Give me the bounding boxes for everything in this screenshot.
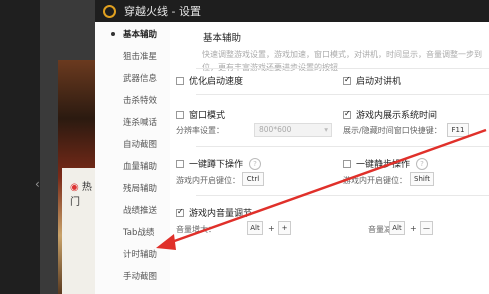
one-key-down-label: 一键蹲下操作 <box>189 160 244 170</box>
mute-key-label: 游戏内开启键位： <box>343 176 407 185</box>
nav-item-timer-assist[interactable]: 计时辅助 <box>95 248 170 260</box>
record-dot-icon: ◉ <box>70 182 79 193</box>
nav-item-label: 自动截图 <box>123 140 158 150</box>
active-bullet-icon <box>111 32 115 36</box>
fast-start-checkbox[interactable]: 优化启动速度 <box>176 74 243 87</box>
fast-start-label: 优化启动速度 <box>189 77 244 87</box>
checkbox-box[interactable] <box>176 207 184 217</box>
volume-label: 游戏内音量调节 <box>189 209 253 219</box>
nav-item-label: 连杀喊话 <box>123 118 158 128</box>
checkbox-box[interactable] <box>176 76 184 85</box>
divider <box>196 146 489 147</box>
nav-item-auto-screenshot[interactable]: 自动截图 <box>95 138 170 150</box>
resolution-label: 分辨率设置： <box>176 126 224 135</box>
nav-item-manual-screenshot[interactable]: 手动截图 <box>95 270 170 282</box>
chevron-down-icon: ▾ <box>324 125 328 134</box>
nav-item-label: Tab战绩 <box>123 228 155 238</box>
checkbox-box[interactable] <box>176 110 184 119</box>
background-window: ‹ ◉ 热门 <box>0 0 95 294</box>
one-key-mute-label: 一键静步操作 <box>356 160 411 170</box>
time-hotkey-label: 展示/隐藏时间窗口快捷键： <box>343 126 442 135</box>
volume-down-key2[interactable]: — <box>420 221 433 235</box>
nav-item-label: 计时辅助 <box>123 250 158 260</box>
time-hotkey-box[interactable]: F11 <box>447 123 469 137</box>
hot-label: ◉ 热门 <box>70 178 95 208</box>
divider <box>196 195 489 196</box>
checkbox-box[interactable] <box>343 75 351 85</box>
window-mode-label: 窗口模式 <box>189 111 226 121</box>
window-mode-checkbox[interactable]: 窗口模式 <box>176 108 225 121</box>
intercom-checkbox[interactable]: 启动对讲机 <box>343 74 401 87</box>
nav-item-label: 战绩推送 <box>123 206 158 216</box>
volume-up-key2[interactable]: + <box>278 221 291 235</box>
settings-nav: 基本辅助 狙击准星 武器信息 击杀特效 连杀喊话 自动截图 血量辅助 残局辅助 … <box>95 22 171 294</box>
down-key-label: 游戏内开启键位： <box>176 176 240 185</box>
show-time-checkbox[interactable]: 游戏内展示系统时间 <box>343 108 437 121</box>
nav-item-tab-stats[interactable]: Tab战绩 <box>95 226 170 238</box>
checkbox-box[interactable] <box>176 159 184 168</box>
plus-sign: + <box>410 224 417 233</box>
app-logo-icon <box>103 4 116 18</box>
nav-item-sniper-crosshair[interactable]: 狙击准星 <box>95 50 170 62</box>
resolution-select[interactable]: 800*600 ▾ <box>254 123 332 137</box>
nav-item-label: 狙击准星 <box>123 52 158 62</box>
nav-item-label: 基本辅助 <box>123 30 158 40</box>
nav-item-kill-effects[interactable]: 击杀特效 <box>95 94 170 106</box>
mute-key-box[interactable]: Shift <box>410 172 434 186</box>
volume-checkbox[interactable]: 游戏内音量调节 <box>176 206 252 219</box>
resolution-value: 800*600 <box>259 125 292 134</box>
nav-item-stats-push[interactable]: 战绩推送 <box>95 204 170 216</box>
help-icon[interactable]: ? <box>416 157 429 170</box>
nav-item-kill-shout[interactable]: 连杀喊话 <box>95 116 170 128</box>
nav-item-basic[interactable]: 基本辅助 <box>95 28 170 40</box>
section-description: 快速调整游戏设置，游戏加速，窗口模式，对讲机，时间显示，音量调整一步到位，更有丰… <box>202 50 482 72</box>
window-title: 穿越火线 - 设置 <box>124 5 201 18</box>
divider <box>196 94 489 95</box>
nav-item-label: 手动截图 <box>123 272 158 282</box>
section-title: 基本辅助 <box>203 33 242 44</box>
title-bar: 穿越火线 - 设置 <box>95 0 489 22</box>
nav-item-label: 血量辅助 <box>123 162 158 172</box>
checkbox-box[interactable] <box>343 159 351 168</box>
volume-up-label: 音量增大： <box>176 225 216 234</box>
help-icon[interactable]: ? <box>249 157 262 170</box>
one-key-down-checkbox[interactable]: 一键蹲下操作 ? <box>176 157 262 170</box>
volume-down-key[interactable]: Alt <box>389 221 405 235</box>
nav-item-label: 残局辅助 <box>123 184 158 194</box>
one-key-mute-checkbox[interactable]: 一键静步操作 ? <box>343 157 429 170</box>
volume-up-key[interactable]: Alt <box>247 221 263 235</box>
nav-item-weapon-info[interactable]: 武器信息 <box>95 72 170 84</box>
nav-item-health-assist[interactable]: 血量辅助 <box>95 160 170 172</box>
down-key-box[interactable]: Ctrl <box>242 172 264 186</box>
nav-item-endgame-assist[interactable]: 残局辅助 <box>95 182 170 194</box>
nav-item-label: 击杀特效 <box>123 96 158 106</box>
divider <box>196 68 489 69</box>
settings-content: 基本辅助 快速调整游戏设置，游戏加速，窗口模式，对讲机，时间显示，音量调整一步到… <box>170 22 489 294</box>
show-time-label: 游戏内展示系统时间 <box>356 111 438 121</box>
nav-item-label: 武器信息 <box>123 74 158 84</box>
plus-sign: + <box>268 224 275 233</box>
checkbox-box[interactable] <box>343 109 351 119</box>
chevron-left-icon: ‹ <box>35 177 40 191</box>
background-sidebar <box>0 0 40 294</box>
intercom-label: 启动对讲机 <box>356 77 402 87</box>
